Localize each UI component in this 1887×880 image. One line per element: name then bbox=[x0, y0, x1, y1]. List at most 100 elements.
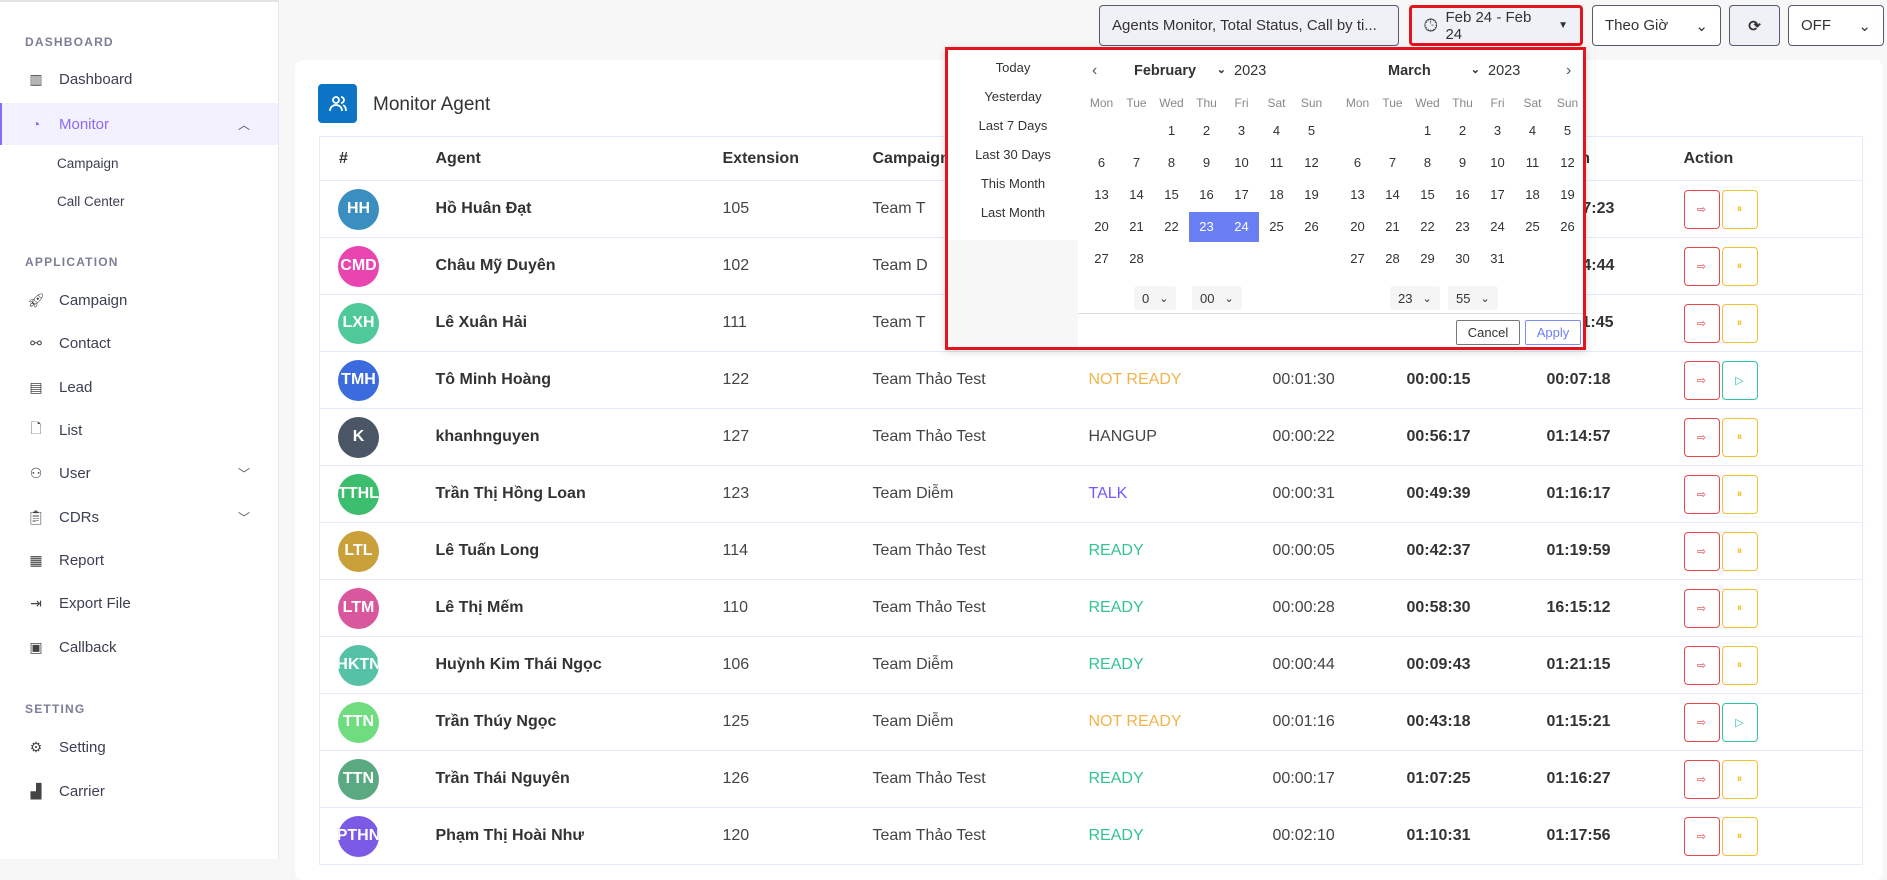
logout-button[interactable]: ⇨ bbox=[1683, 702, 1720, 742]
logout-button[interactable]: ⇨ bbox=[1683, 360, 1720, 400]
day-cell[interactable]: 23 bbox=[1189, 212, 1224, 242]
logout-button[interactable]: ⇨ bbox=[1683, 474, 1720, 514]
pause-button[interactable]: ⏸︎ bbox=[1721, 816, 1758, 856]
day-cell[interactable]: 15 bbox=[1410, 180, 1445, 210]
day-cell[interactable]: 17 bbox=[1480, 180, 1515, 210]
day-cell[interactable]: 6 bbox=[1084, 148, 1119, 178]
sidebar-item-carrier[interactable]: ▟ Carrier bbox=[0, 770, 278, 812]
day-cell[interactable]: 22 bbox=[1410, 212, 1445, 242]
prev-month-icon[interactable]: ‹ bbox=[1092, 62, 1097, 80]
day-cell[interactable]: 3 bbox=[1480, 116, 1515, 146]
cancel-button[interactable]: Cancel bbox=[1456, 320, 1520, 345]
day-cell[interactable]: 7 bbox=[1375, 148, 1410, 178]
sidebar-item-export-file[interactable]: ⇥ Export File bbox=[0, 582, 278, 624]
logout-button[interactable]: ⇨ bbox=[1683, 531, 1720, 571]
day-cell[interactable]: 26 bbox=[1550, 212, 1585, 242]
pause-button[interactable]: ⏸︎ bbox=[1721, 645, 1758, 685]
apply-button[interactable]: Apply bbox=[1525, 320, 1581, 345]
day-cell[interactable]: 18 bbox=[1259, 180, 1294, 210]
pause-button[interactable]: ⏸︎ bbox=[1721, 474, 1758, 514]
month-select[interactable]: February ⌄ bbox=[1134, 63, 1226, 79]
day-cell[interactable]: 29 bbox=[1410, 244, 1445, 274]
pause-button[interactable]: ⏸︎ bbox=[1721, 588, 1758, 628]
range-option[interactable]: Last Month bbox=[948, 203, 1078, 232]
day-cell[interactable]: 21 bbox=[1375, 212, 1410, 242]
day-cell[interactable]: 2 bbox=[1189, 116, 1224, 146]
day-cell[interactable]: 19 bbox=[1550, 180, 1585, 210]
sidebar-item-monitor[interactable]: ◔ Monitor ︿ bbox=[0, 103, 278, 145]
pause-button[interactable]: ⏸︎ bbox=[1721, 531, 1758, 571]
day-cell[interactable]: 12 bbox=[1550, 148, 1585, 178]
day-cell[interactable]: 22 bbox=[1154, 212, 1189, 242]
year-value[interactable]: 2023 bbox=[1234, 63, 1266, 79]
logout-button[interactable]: ⇨ bbox=[1683, 303, 1720, 343]
day-cell[interactable]: 16 bbox=[1189, 180, 1224, 210]
logout-button[interactable]: ⇨ bbox=[1683, 816, 1720, 856]
day-cell[interactable]: 10 bbox=[1480, 148, 1515, 178]
minute-select[interactable]: 55 ⌄ bbox=[1448, 286, 1498, 310]
sidebar-item-report[interactable]: ▦ Report bbox=[0, 539, 278, 581]
pause-button[interactable]: ⏸︎ bbox=[1721, 303, 1758, 343]
day-cell[interactable]: 13 bbox=[1340, 180, 1375, 210]
sidebar-item-setting[interactable]: ⚙ Setting bbox=[0, 726, 278, 768]
day-cell[interactable]: 28 bbox=[1375, 244, 1410, 274]
logout-button[interactable]: ⇨ bbox=[1683, 759, 1720, 799]
pause-button[interactable]: ⏸︎ bbox=[1721, 189, 1758, 229]
day-cell[interactable]: 11 bbox=[1259, 148, 1294, 178]
day-cell[interactable]: 20 bbox=[1084, 212, 1119, 242]
day-cell[interactable]: 30 bbox=[1445, 244, 1480, 274]
day-cell[interactable]: 2 bbox=[1445, 116, 1480, 146]
logout-button[interactable]: ⇨ bbox=[1683, 246, 1720, 286]
day-cell[interactable]: 31 bbox=[1480, 244, 1515, 274]
day-cell[interactable]: 11 bbox=[1515, 148, 1550, 178]
day-cell[interactable]: 20 bbox=[1340, 212, 1375, 242]
play-button[interactable]: ▷ bbox=[1721, 360, 1758, 400]
day-cell[interactable]: 12 bbox=[1294, 148, 1329, 178]
auto-refresh-select[interactable]: OFF ⌄ bbox=[1788, 5, 1884, 46]
pause-button[interactable]: ⏸︎ bbox=[1721, 246, 1758, 286]
day-cell[interactable]: 28 bbox=[1119, 244, 1154, 274]
hour-select[interactable]: 23 ⌄ bbox=[1390, 286, 1440, 310]
pause-button[interactable]: ⏸︎ bbox=[1721, 759, 1758, 799]
day-cell[interactable]: 6 bbox=[1340, 148, 1375, 178]
day-cell[interactable]: 27 bbox=[1340, 244, 1375, 274]
day-cell[interactable]: 8 bbox=[1410, 148, 1445, 178]
logout-button[interactable]: ⇨ bbox=[1683, 588, 1720, 628]
refresh-button[interactable]: ⟳ bbox=[1729, 5, 1780, 46]
day-cell[interactable]: 19 bbox=[1294, 180, 1329, 210]
day-cell[interactable]: 26 bbox=[1294, 212, 1329, 242]
sidebar-subitem-call-center[interactable]: Call Center bbox=[57, 194, 125, 209]
sidebar-subitem-campaign[interactable]: Campaign bbox=[57, 156, 119, 171]
sidebar-item-dashboard[interactable]: ▥ Dashboard bbox=[0, 58, 278, 100]
logout-button[interactable]: ⇨ bbox=[1683, 189, 1720, 229]
range-option[interactable]: Yesterday bbox=[948, 87, 1078, 116]
day-cell[interactable]: 25 bbox=[1259, 212, 1294, 242]
day-cell[interactable]: 9 bbox=[1189, 148, 1224, 178]
next-month-icon[interactable]: › bbox=[1566, 62, 1571, 80]
sidebar-item-cdrs[interactable]: 📋︎ CDRs ﹀ bbox=[0, 496, 278, 538]
report-type-select[interactable]: Agents Monitor, Total Status, Call by ti… bbox=[1099, 5, 1399, 46]
day-cell[interactable]: 21 bbox=[1119, 212, 1154, 242]
logout-button[interactable]: ⇨ bbox=[1683, 417, 1720, 457]
day-cell[interactable]: 17 bbox=[1224, 180, 1259, 210]
sidebar-item-callback[interactable]: ▣ Callback bbox=[0, 626, 278, 668]
sidebar-item-list[interactable]: 🗋 List bbox=[0, 409, 278, 451]
day-cell[interactable]: 10 bbox=[1224, 148, 1259, 178]
play-button[interactable]: ▷ bbox=[1721, 702, 1758, 742]
day-cell[interactable]: 16 bbox=[1445, 180, 1480, 210]
day-cell[interactable]: 18 bbox=[1515, 180, 1550, 210]
day-cell[interactable]: 3 bbox=[1224, 116, 1259, 146]
day-cell[interactable]: 15 bbox=[1154, 180, 1189, 210]
day-cell[interactable]: 1 bbox=[1154, 116, 1189, 146]
pause-button[interactable]: ⏸︎ bbox=[1721, 417, 1758, 457]
day-cell[interactable]: 24 bbox=[1224, 212, 1259, 242]
minute-select[interactable]: 00 ⌄ bbox=[1192, 286, 1242, 310]
day-cell[interactable]: 24 bbox=[1480, 212, 1515, 242]
hour-select[interactable]: 0 ⌄ bbox=[1134, 286, 1177, 310]
day-cell[interactable]: 8 bbox=[1154, 148, 1189, 178]
sidebar-item-contact[interactable]: ⚯ Contact bbox=[0, 322, 278, 364]
sidebar-item-lead[interactable]: ▤ Lead bbox=[0, 366, 278, 408]
day-cell[interactable]: 14 bbox=[1375, 180, 1410, 210]
logout-button[interactable]: ⇨ bbox=[1683, 645, 1720, 685]
sidebar-item-campaign[interactable]: 🚀︎ Campaign bbox=[0, 279, 278, 321]
